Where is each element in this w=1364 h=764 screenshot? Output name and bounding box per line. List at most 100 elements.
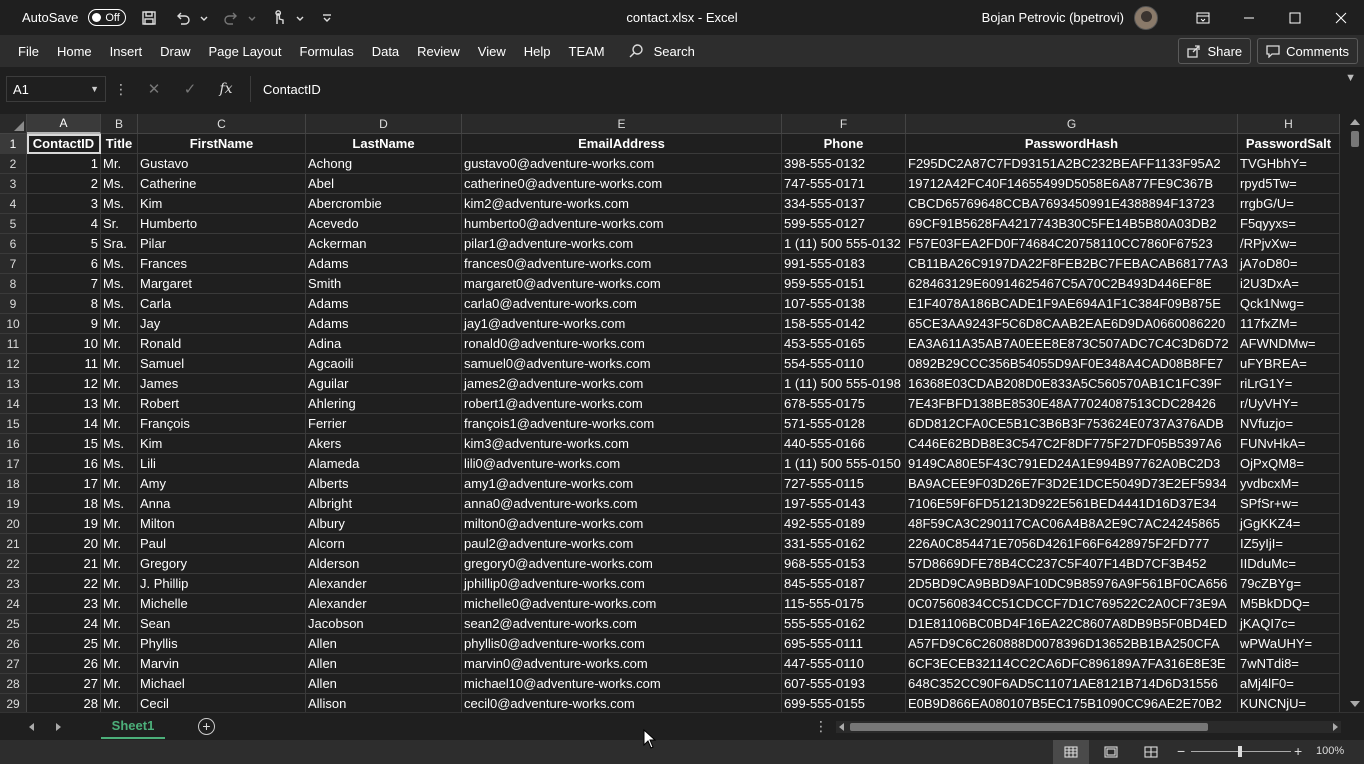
- column-header-d[interactable]: D: [306, 114, 462, 134]
- row-header[interactable]: 3: [0, 174, 27, 194]
- data-cell[interactable]: F57E03FEA2FD0F74684C20758110CC7860F67523: [906, 234, 1238, 254]
- data-cell[interactable]: michelle0@adventure-works.com: [462, 594, 782, 614]
- data-cell[interactable]: 14: [27, 414, 101, 434]
- data-cell[interactable]: 65CE3AA9243F5C6D8CAAB2EAE6D9DA0660086220: [906, 314, 1238, 334]
- data-cell[interactable]: Adams: [306, 314, 462, 334]
- data-cell[interactable]: 440-555-0166: [782, 434, 906, 454]
- data-cell[interactable]: 20: [27, 534, 101, 554]
- data-cell[interactable]: samuel0@adventure-works.com: [462, 354, 782, 374]
- data-cell[interactable]: Gregory: [138, 554, 306, 574]
- data-cell[interactable]: /RPjvXw=: [1238, 234, 1340, 254]
- data-cell[interactable]: Ms.: [101, 454, 138, 474]
- data-cell[interactable]: Mr.: [101, 414, 138, 434]
- data-cell[interactable]: paul2@adventure-works.com: [462, 534, 782, 554]
- data-cell[interactable]: 48F59CA3C290117CAC06A4B8A2E9C7AC24245865: [906, 514, 1238, 534]
- data-cell[interactable]: Mr.: [101, 674, 138, 694]
- data-cell[interactable]: amy1@adventure-works.com: [462, 474, 782, 494]
- row-header[interactable]: 19: [0, 494, 27, 514]
- comments-button[interactable]: Comments: [1257, 38, 1358, 64]
- data-cell[interactable]: Adams: [306, 294, 462, 314]
- column-title-cell[interactable]: PasswordSalt: [1238, 134, 1340, 154]
- data-cell[interactable]: Mr.: [101, 534, 138, 554]
- data-cell[interactable]: Cecil: [138, 694, 306, 712]
- data-cell[interactable]: 398-555-0132: [782, 154, 906, 174]
- data-cell[interactable]: cecil0@adventure-works.com: [462, 694, 782, 712]
- row-header[interactable]: 25: [0, 614, 27, 634]
- data-cell[interactable]: Gustavo: [138, 154, 306, 174]
- data-cell[interactable]: 607-555-0193: [782, 674, 906, 694]
- column-title-cell[interactable]: FirstName: [138, 134, 306, 154]
- horizontal-scroll-thumb[interactable]: [850, 723, 1208, 731]
- row-header[interactable]: 23: [0, 574, 27, 594]
- row-header[interactable]: 18: [0, 474, 27, 494]
- previous-sheet-icon[interactable]: [29, 723, 34, 731]
- data-cell[interactable]: catherine0@adventure-works.com: [462, 174, 782, 194]
- tab-page-layout[interactable]: Page Layout: [200, 35, 291, 67]
- data-cell[interactable]: 18: [27, 494, 101, 514]
- data-cell[interactable]: CB11BA26C9197DA22F8FEB2BC7FEBACAB68177A3: [906, 254, 1238, 274]
- data-cell[interactable]: EA3A611A35AB7A0EEE8E873C507ADC7C4C3D6D72: [906, 334, 1238, 354]
- row-header[interactable]: 1: [0, 134, 27, 154]
- data-cell[interactable]: 695-555-0111: [782, 634, 906, 654]
- data-cell[interactable]: 991-555-0183: [782, 254, 906, 274]
- data-cell[interactable]: gustavo0@adventure-works.com: [462, 154, 782, 174]
- data-cell[interactable]: 226A0C854471E7056D4261F66F6428975F2FD777: [906, 534, 1238, 554]
- zoom-level[interactable]: 100%: [1316, 745, 1344, 757]
- tab-review[interactable]: Review: [408, 35, 469, 67]
- row-header[interactable]: 10: [0, 314, 27, 334]
- data-cell[interactable]: Alberts: [306, 474, 462, 494]
- data-cell[interactable]: 845-555-0187: [782, 574, 906, 594]
- row-header[interactable]: 28: [0, 674, 27, 694]
- data-cell[interactable]: 22: [27, 574, 101, 594]
- row-header[interactable]: 8: [0, 274, 27, 294]
- data-cell[interactable]: D1E81106BC0BD4F16EA22C8607A8DB9B5F0BD4ED: [906, 614, 1238, 634]
- data-cell[interactable]: françois1@adventure-works.com: [462, 414, 782, 434]
- data-cell[interactable]: Ms.: [101, 434, 138, 454]
- data-cell[interactable]: rpyd5Tw=: [1238, 174, 1340, 194]
- data-cell[interactable]: 16: [27, 454, 101, 474]
- data-cell[interactable]: Qck1Nwg=: [1238, 294, 1340, 314]
- data-cell[interactable]: Mr.: [101, 654, 138, 674]
- data-cell[interactable]: lili0@adventure-works.com: [462, 454, 782, 474]
- data-cell[interactable]: Mr.: [101, 554, 138, 574]
- data-cell[interactable]: Mr.: [101, 314, 138, 334]
- data-cell[interactable]: CBCD65769648CCBA7693450991E4388894F13723: [906, 194, 1238, 214]
- data-cell[interactable]: Mr.: [101, 614, 138, 634]
- data-cell[interactable]: IIDduMc=: [1238, 554, 1340, 574]
- avatar[interactable]: [1134, 5, 1158, 30]
- data-cell[interactable]: jay1@adventure-works.com: [462, 314, 782, 334]
- data-cell[interactable]: Samuel: [138, 354, 306, 374]
- zoom-out-icon[interactable]: −: [1177, 743, 1185, 759]
- row-header[interactable]: 11: [0, 334, 27, 354]
- column-title-cell[interactable]: ContactID: [27, 134, 101, 154]
- data-cell[interactable]: 6CF3ECEB32114CC2CA6DFC896189A7FA316E8E3E: [906, 654, 1238, 674]
- row-header[interactable]: 6: [0, 234, 27, 254]
- data-cell[interactable]: Sra.: [101, 234, 138, 254]
- data-cell[interactable]: Ms.: [101, 254, 138, 274]
- horizontal-scrollbar[interactable]: [836, 721, 1341, 733]
- touch-mode-icon[interactable]: [268, 7, 290, 29]
- data-cell[interactable]: Paul: [138, 534, 306, 554]
- data-cell[interactable]: Mr.: [101, 334, 138, 354]
- more-options-icon[interactable]: ⋮: [106, 81, 136, 98]
- share-button[interactable]: Share: [1178, 38, 1252, 64]
- row-header[interactable]: 9: [0, 294, 27, 314]
- data-cell[interactable]: Mr.: [101, 694, 138, 712]
- maximize-icon[interactable]: [1272, 0, 1318, 35]
- data-cell[interactable]: Agcaoili: [306, 354, 462, 374]
- tab-home[interactable]: Home: [48, 35, 101, 67]
- row-header[interactable]: 4: [0, 194, 27, 214]
- touch-dropdown-icon[interactable]: [296, 7, 304, 29]
- data-cell[interactable]: TVGHbhY=: [1238, 154, 1340, 174]
- data-cell[interactable]: 69CF91B5628FA4217743B30C5FE14B5B80A03DB2: [906, 214, 1238, 234]
- data-cell[interactable]: OjPxQM8=: [1238, 454, 1340, 474]
- add-sheet-icon[interactable]: +: [198, 718, 215, 735]
- data-cell[interactable]: Allen: [306, 674, 462, 694]
- data-cell[interactable]: Adina: [306, 334, 462, 354]
- data-cell[interactable]: KUNCNjU=: [1238, 694, 1340, 712]
- data-cell[interactable]: 7: [27, 274, 101, 294]
- data-cell[interactable]: milton0@adventure-works.com: [462, 514, 782, 534]
- column-header-g[interactable]: G: [906, 114, 1238, 134]
- formula-input[interactable]: ContactID: [250, 76, 1358, 102]
- data-cell[interactable]: 7106E59F6FD51213D922E561BED4441D16D37E34: [906, 494, 1238, 514]
